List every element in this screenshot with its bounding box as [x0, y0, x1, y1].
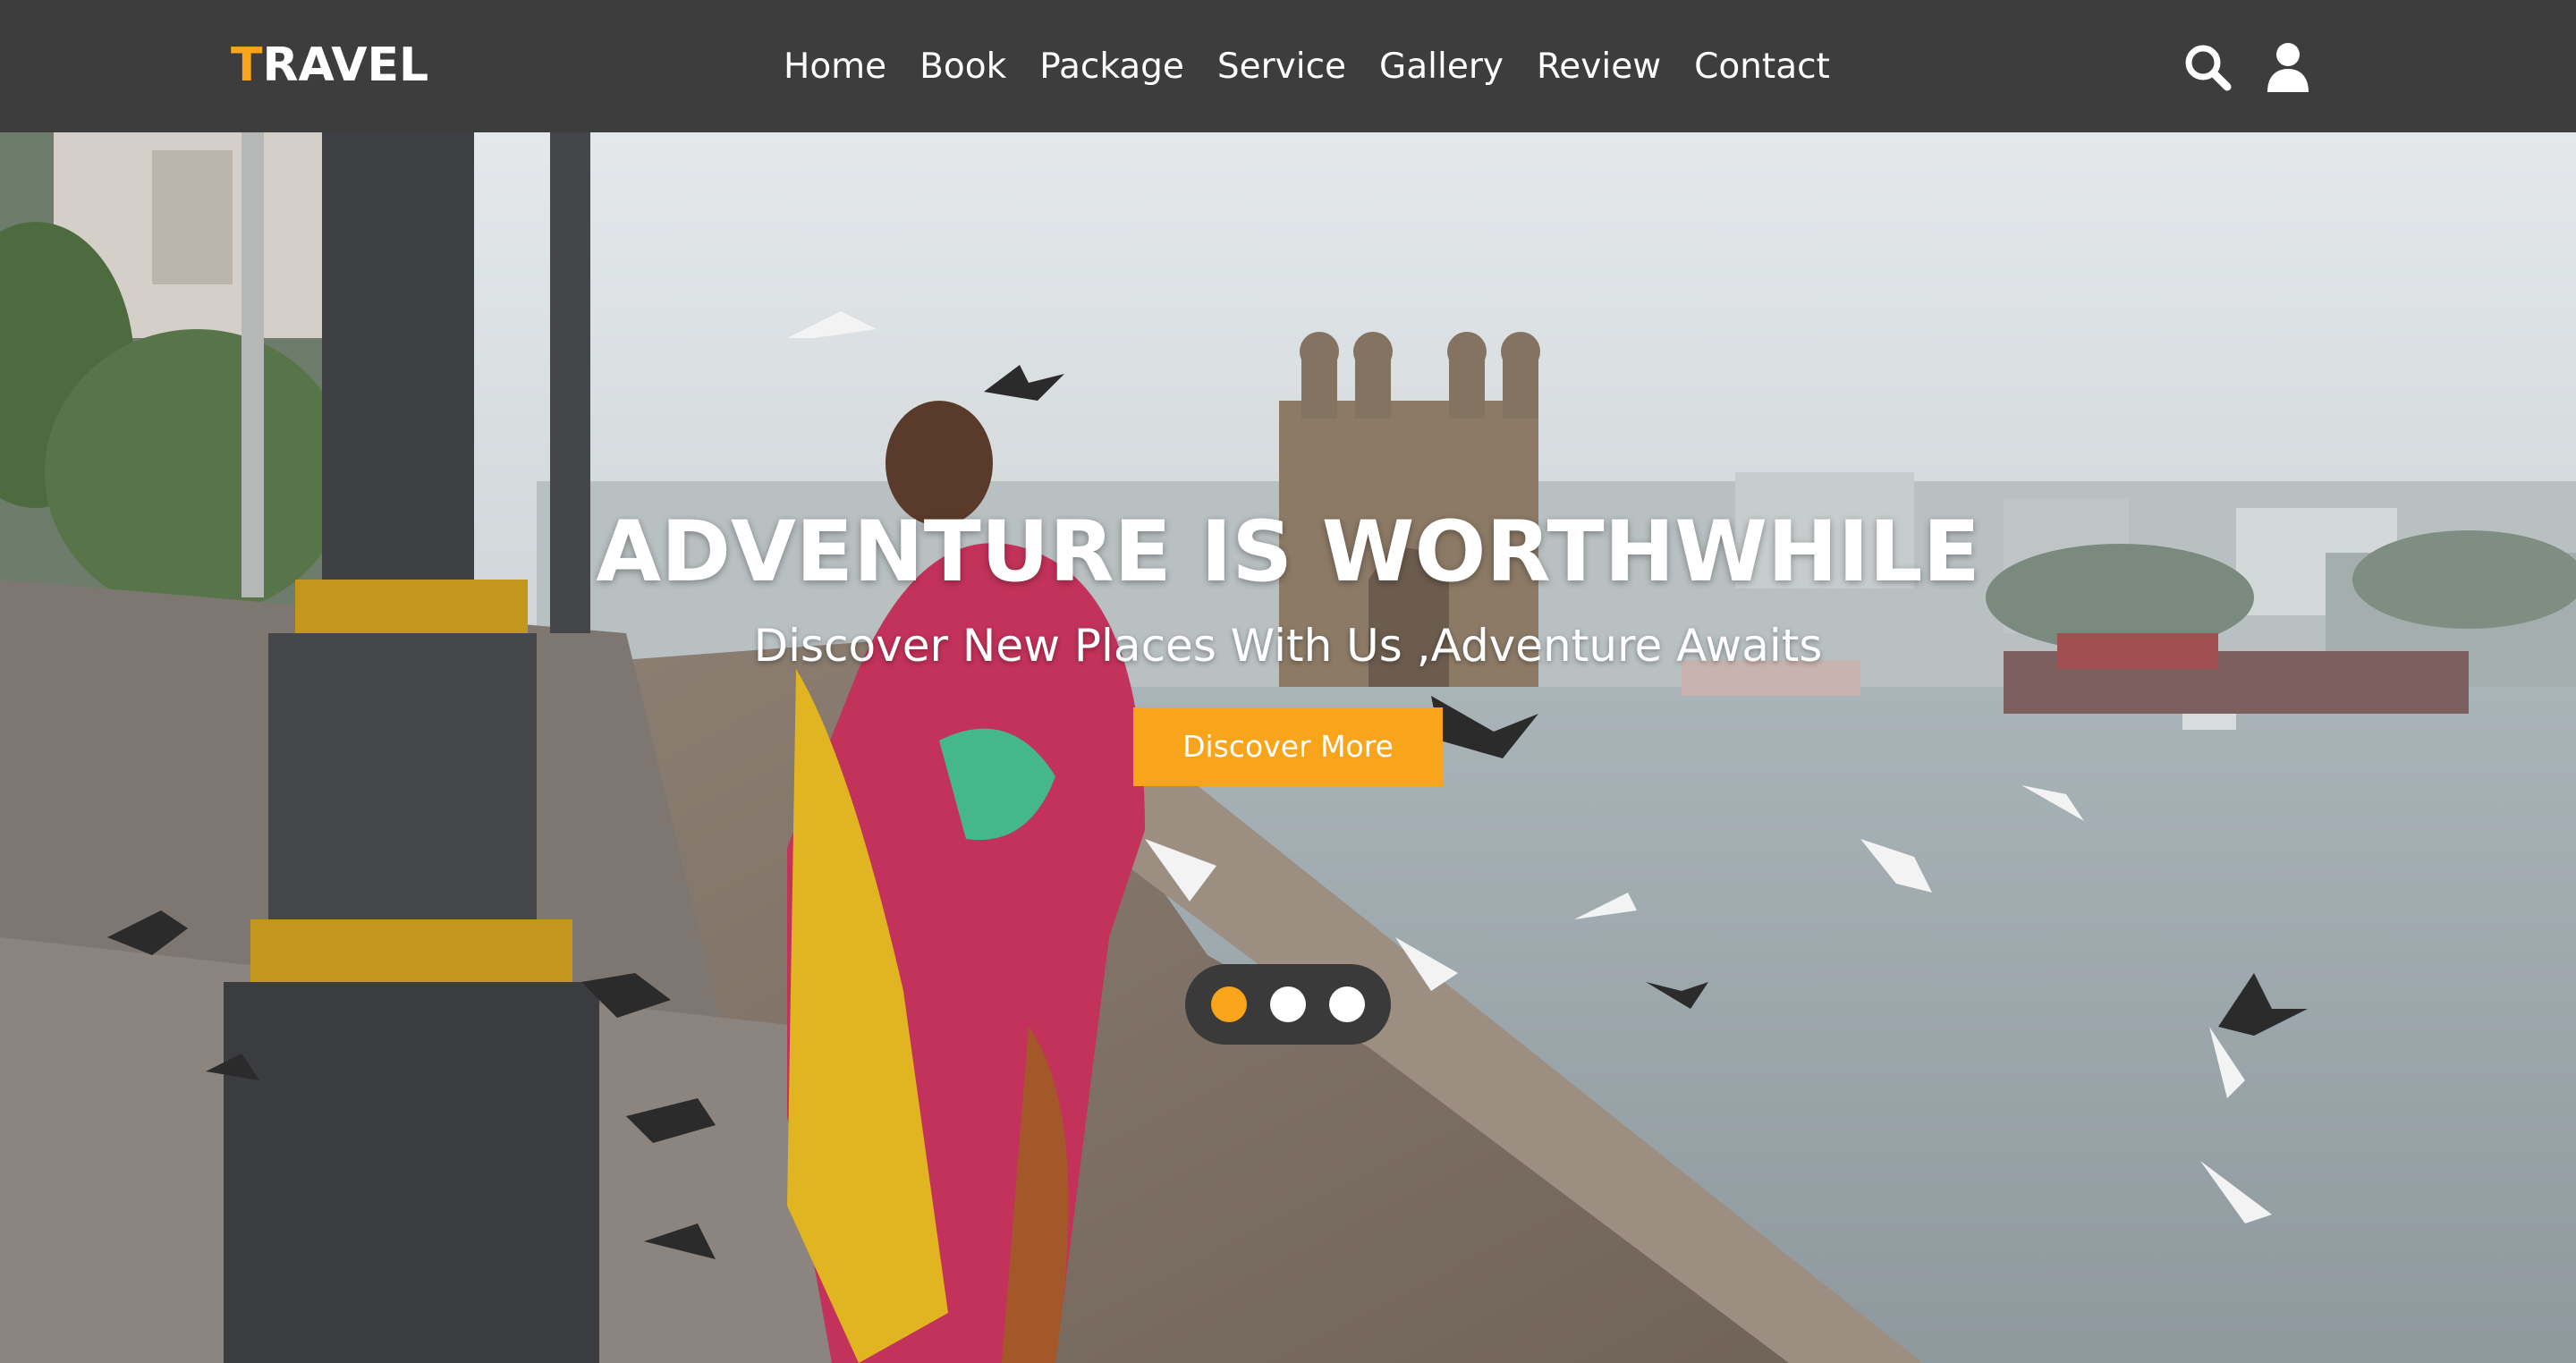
slide-dot-3[interactable]	[1329, 986, 1365, 1022]
nav-home[interactable]: Home	[784, 36, 886, 98]
search-button[interactable]	[2181, 40, 2234, 94]
page: TRAVEL Home Book Package Service Gallery…	[0, 0, 2576, 1363]
hero-subtitle: Discover New Places With Us ,Adventure A…	[753, 620, 1823, 672]
slide-dot-2[interactable]	[1270, 986, 1306, 1022]
user-button[interactable]	[2261, 40, 2315, 94]
site-logo[interactable]: TRAVEL	[231, 34, 428, 97]
header-icons	[2181, 38, 2342, 97]
nav-gallery[interactable]: Gallery	[1379, 36, 1504, 98]
discover-more-button[interactable]: Discover More	[1133, 707, 1443, 786]
hero-section: ADVENTURE IS WORTHWHILE Discover New Pla…	[0, 132, 2576, 1363]
nav-package[interactable]: Package	[1039, 36, 1184, 98]
nav-book[interactable]: Book	[919, 36, 1006, 98]
user-icon	[2267, 43, 2309, 92]
hero-title: ADVENTURE IS WORTHWHILE	[596, 504, 1980, 601]
main-nav: Home Book Package Service Gallery Review…	[784, 36, 1863, 98]
logo-accent-letter: T	[231, 38, 263, 92]
logo-text: RAVEL	[262, 38, 429, 92]
nav-service[interactable]: Service	[1217, 36, 1346, 98]
search-icon	[2185, 45, 2232, 91]
nav-contact[interactable]: Contact	[1694, 36, 1830, 98]
nav-review[interactable]: Review	[1537, 36, 1661, 98]
slide-dot-1[interactable]	[1211, 986, 1247, 1022]
slider-pagination	[1185, 964, 1391, 1045]
top-navbar: TRAVEL Home Book Package Service Gallery…	[0, 0, 2576, 132]
